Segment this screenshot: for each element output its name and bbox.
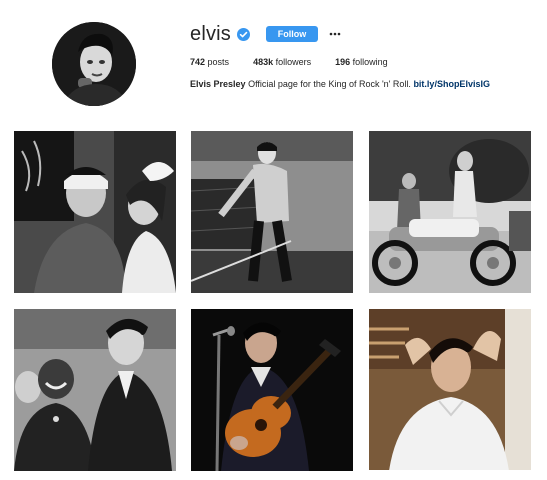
- profile-username: elvis: [190, 23, 232, 45]
- post-thumbnail[interactable]: [369, 131, 531, 293]
- followers-label: followers: [275, 57, 312, 67]
- following-count: 196: [335, 57, 351, 67]
- posts-label: posts: [207, 57, 230, 67]
- bio-name: Elvis Presley: [190, 79, 246, 89]
- post-thumbnail[interactable]: [191, 131, 353, 293]
- profile-bio: Elvis Presley Official page for the King…: [190, 78, 490, 90]
- posts-count: 742: [190, 57, 206, 67]
- instagram-profile-page: elvis Follow 742 posts 483k followers 19…: [0, 0, 547, 480]
- following-label: following: [352, 57, 388, 67]
- profile-stats: 742 posts 483k followers 196 following: [190, 56, 412, 68]
- verified-badge-icon: [237, 27, 251, 41]
- follow-button[interactable]: Follow: [266, 26, 319, 42]
- following-stat[interactable]: 196 following: [335, 56, 388, 68]
- post-thumbnail[interactable]: [191, 309, 353, 471]
- followers-stat[interactable]: 483k followers: [253, 56, 311, 68]
- bio-text: Official page for the King of Rock 'n' R…: [248, 79, 411, 89]
- profile-avatar[interactable]: [52, 22, 136, 106]
- followers-count: 483k: [253, 57, 274, 67]
- profile-title-row: elvis Follow: [190, 22, 342, 46]
- posts-stat: 742 posts: [190, 56, 229, 68]
- post-thumbnail[interactable]: [14, 309, 176, 471]
- post-thumbnail[interactable]: [14, 131, 176, 293]
- post-thumbnail[interactable]: [369, 309, 531, 470]
- bio-link[interactable]: bit.ly/ShopElvisIG: [413, 79, 490, 89]
- more-dots-icon[interactable]: [328, 26, 342, 42]
